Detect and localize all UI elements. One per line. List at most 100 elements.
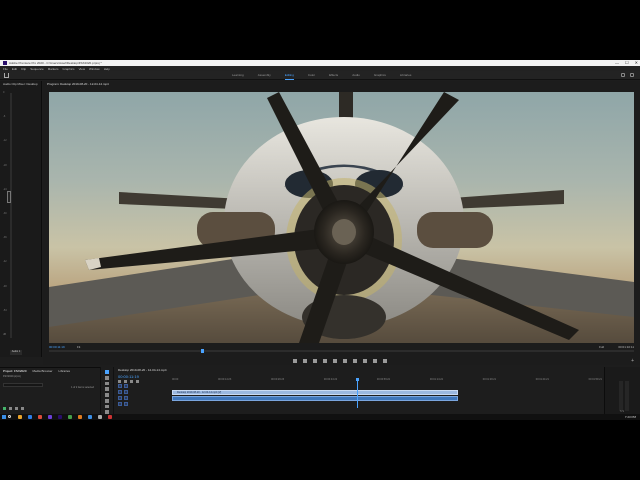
- menu-view[interactable]: View: [79, 67, 85, 71]
- maximize-button[interactable]: ☐: [625, 60, 629, 65]
- tab-media-browser[interactable]: Media Browser: [33, 369, 53, 373]
- taskbar-app-icon[interactable]: [58, 415, 62, 419]
- menu-clip[interactable]: Clip: [21, 67, 26, 71]
- program-playhead[interactable]: [201, 349, 205, 353]
- airplane-propeller-image: [49, 92, 634, 343]
- workspace-audio[interactable]: Audio: [352, 72, 360, 80]
- taskbar-app-icon[interactable]: [68, 415, 72, 419]
- playhead-handle[interactable]: [355, 378, 359, 381]
- snap-icon[interactable]: [118, 380, 121, 383]
- track-eye-icon[interactable]: [124, 390, 128, 394]
- menu-sequence[interactable]: Sequence: [30, 67, 44, 71]
- windows-start-icon[interactable]: [2, 415, 6, 419]
- timeline-timecode[interactable]: 00:00:11:19: [118, 374, 139, 379]
- search-icon[interactable]: [630, 73, 634, 77]
- taskbar-app-icon[interactable]: [88, 415, 92, 419]
- workspace-icons: [621, 73, 634, 77]
- timeline-tracks: Desktop 2019-08-20 - 12-04-14.mp4 [V]: [118, 384, 602, 408]
- scale-label: -36: [3, 236, 7, 240]
- tab-libraries[interactable]: Libraries: [59, 369, 71, 373]
- program-scrub-bar[interactable]: [49, 349, 634, 353]
- menu-markers[interactable]: Markers: [48, 67, 59, 71]
- taskbar-app-icon[interactable]: [48, 415, 52, 419]
- ruler-tick: 00:00:44:22: [323, 378, 338, 381]
- add-marker-icon[interactable]: [130, 380, 133, 383]
- ripple-edit-tool-icon[interactable]: [104, 381, 109, 386]
- step-back-icon[interactable]: [323, 359, 327, 363]
- workspace-effects[interactable]: Effects: [329, 72, 338, 80]
- slip-tool-icon[interactable]: [104, 393, 109, 397]
- minimize-button[interactable]: —: [615, 60, 619, 65]
- export-frame-icon[interactable]: [383, 359, 387, 363]
- taskbar-app-icon[interactable]: [78, 415, 82, 419]
- taskbar-app-icon[interactable]: [18, 415, 22, 419]
- workspace-assembly[interactable]: Assembly: [258, 72, 271, 80]
- razor-tool-icon[interactable]: [104, 387, 109, 391]
- pen-tool-icon[interactable]: [104, 398, 109, 403]
- timeline-ruler[interactable]: 00:00 00:00:14:23 00:00:29:23 00:00:44:2…: [172, 378, 602, 383]
- hand-tool-icon[interactable]: [104, 404, 109, 409]
- audio-clip[interactable]: [172, 396, 458, 401]
- panel-tab-audio-mixer[interactable]: Audio Clip Mixer: Desktop: [0, 81, 41, 86]
- project-search-input[interactable]: [3, 383, 43, 387]
- menu-window[interactable]: Window: [89, 67, 100, 71]
- go-to-in-icon[interactable]: [313, 359, 317, 363]
- workspace-color[interactable]: Color: [308, 72, 315, 80]
- track-solo-icon[interactable]: [124, 402, 128, 406]
- video-frame: [49, 92, 634, 343]
- timeline-tab[interactable]: Desktop 2019-08-20 - 12-04-14.mp4: [114, 367, 603, 373]
- linked-selection-icon[interactable]: [124, 380, 127, 383]
- tab-project[interactable]: Project: FSX2020: [3, 369, 27, 373]
- home-icon[interactable]: [4, 73, 9, 78]
- menu-help[interactable]: Help: [104, 67, 110, 71]
- taskbar-search-icon[interactable]: [8, 415, 11, 418]
- wrench-icon[interactable]: [136, 380, 139, 383]
- track-eye-icon[interactable]: [124, 384, 128, 388]
- workspace-libraries[interactable]: Libraries: [400, 72, 412, 80]
- timeline-playhead[interactable]: [355, 378, 359, 408]
- play-icon[interactable]: [333, 359, 337, 363]
- go-to-out-icon[interactable]: [353, 359, 357, 363]
- track-mute-icon[interactable]: [118, 396, 122, 400]
- mark-out-icon[interactable]: [303, 359, 307, 363]
- workspace-editing[interactable]: Editing: [284, 72, 294, 80]
- project-item-count: 1 of 2 items selected: [71, 386, 94, 389]
- workspace-tabs: Learning Assembly Editing Color Effects …: [232, 72, 411, 80]
- workspace-graphics[interactable]: Graphics: [374, 72, 386, 80]
- scale-label: dB: [3, 332, 7, 336]
- icon-view-icon[interactable]: [15, 407, 18, 410]
- lock-icon[interactable]: [3, 407, 6, 410]
- track-select-tool-icon[interactable]: [104, 375, 109, 380]
- menu-file[interactable]: File: [3, 67, 8, 71]
- mark-in-icon[interactable]: [293, 359, 297, 363]
- program-monitor-tab[interactable]: Program: Desktop 2019-08-20 - 12-04-14.m…: [43, 81, 640, 86]
- taskbar-app-icon[interactable]: [108, 415, 112, 419]
- extract-icon[interactable]: [373, 359, 377, 363]
- zoom-select[interactable]: Fit: [77, 345, 80, 349]
- track-toggle-icon[interactable]: [118, 384, 122, 388]
- audio-meter-right: [625, 381, 629, 411]
- taskbar-app-icon[interactable]: [98, 415, 102, 419]
- solo-labels: S S: [620, 410, 625, 413]
- timeline-panel: Desktop 2019-08-20 - 12-04-14.mp4 00:00:…: [113, 367, 603, 414]
- lift-icon[interactable]: [363, 359, 367, 363]
- taskbar-app-icon[interactable]: [28, 415, 32, 419]
- freeform-view-icon[interactable]: [21, 407, 24, 410]
- track-toggle-icon[interactable]: [118, 390, 122, 394]
- taskbar-app-icon[interactable]: [38, 415, 42, 419]
- export-icon[interactable]: [621, 73, 625, 77]
- close-button[interactable]: ✕: [635, 60, 638, 65]
- volume-fader[interactable]: [7, 191, 11, 203]
- program-timecode[interactable]: 00:00:11:19: [49, 345, 65, 349]
- selection-tool-icon[interactable]: [104, 370, 109, 374]
- menu-edit[interactable]: Edit: [12, 67, 17, 71]
- track-v1: Desktop 2019-08-20 - 12-04-14.mp4 [V]: [118, 390, 602, 395]
- step-forward-icon[interactable]: [343, 359, 347, 363]
- menu-graphics[interactable]: Graphics: [63, 67, 75, 71]
- add-button-icon[interactable]: +: [631, 358, 634, 364]
- workspace-learning[interactable]: Learning: [232, 72, 244, 80]
- resolution-select[interactable]: Full: [599, 345, 604, 349]
- track-mute-icon[interactable]: [118, 402, 122, 406]
- track-solo-icon[interactable]: [124, 396, 128, 400]
- list-view-icon[interactable]: [9, 407, 12, 410]
